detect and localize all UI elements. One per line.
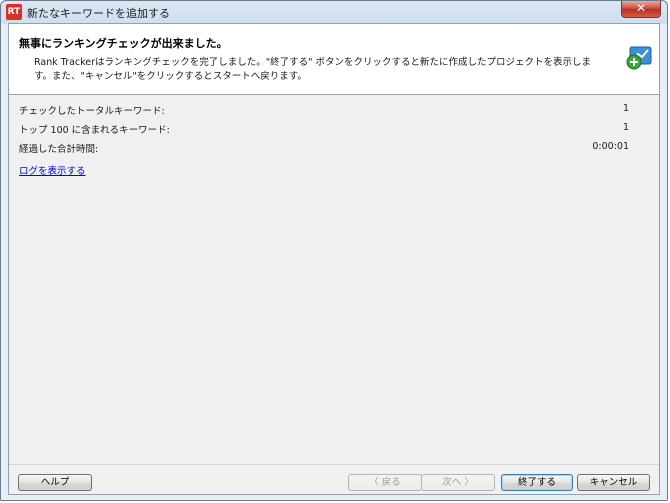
next-button[interactable]: 次へ 〉 [421, 474, 495, 491]
help-button[interactable]: ヘルプ [18, 474, 92, 491]
title-bar[interactable]: RT 新たなキーワードを追加する ✕ [1, 1, 667, 23]
back-button[interactable]: 〈 戻る [348, 474, 422, 491]
stat-value-elapsed-time: 0:00:01 [592, 141, 629, 152]
close-button[interactable]: ✕ [621, 1, 661, 18]
add-keyword-wizard-icon [626, 46, 652, 70]
header-description: Rank Trackerはランキングチェックを完了しました。"終了する" ボタン… [34, 57, 592, 82]
finish-button[interactable]: 終了する [501, 474, 573, 491]
stat-row: 経過した合計時間: 0:00:01 [19, 138, 629, 157]
stat-row: トップ 100 に含まれるキーワード: 1 [19, 119, 629, 138]
window-title: 新たなキーワードを追加する [27, 7, 170, 20]
wizard-header: 無事にランキングチェックが出来ました。 Rank Trackerはランキングチェ… [9, 24, 659, 95]
wizard-window: RT 新たなキーワードを追加する ✕ 無事にランキングチェックが出来ました。 R… [0, 0, 668, 501]
stat-label-elapsed-time: 経過した合計時間: [19, 144, 99, 155]
app-icon: RT [6, 4, 22, 20]
stats-list: チェックしたトータルキーワード: 1 トップ 100 に含まれるキーワード: 1… [19, 100, 629, 157]
stat-value-total-keywords: 1 [622, 103, 629, 114]
stat-label-total-keywords: チェックしたトータルキーワード: [19, 106, 165, 117]
show-log-link[interactable]: ログを表示する [19, 163, 86, 177]
header-title: 無事にランキングチェックが出来ました。 [19, 37, 228, 50]
stat-value-top100-keywords: 1 [622, 122, 629, 133]
dialog-client-area: 無事にランキングチェックが出来ました。 Rank Trackerはランキングチェ… [8, 23, 660, 495]
cancel-button[interactable]: キャンセル [577, 474, 650, 491]
close-icon: ✕ [635, 1, 647, 15]
stat-row: チェックしたトータルキーワード: 1 [19, 100, 629, 119]
stat-label-top100-keywords: トップ 100 に含まれるキーワード: [19, 125, 170, 136]
button-bar: ヘルプ 〈 戻る 次へ 〉 終了する キャンセル [9, 464, 659, 497]
